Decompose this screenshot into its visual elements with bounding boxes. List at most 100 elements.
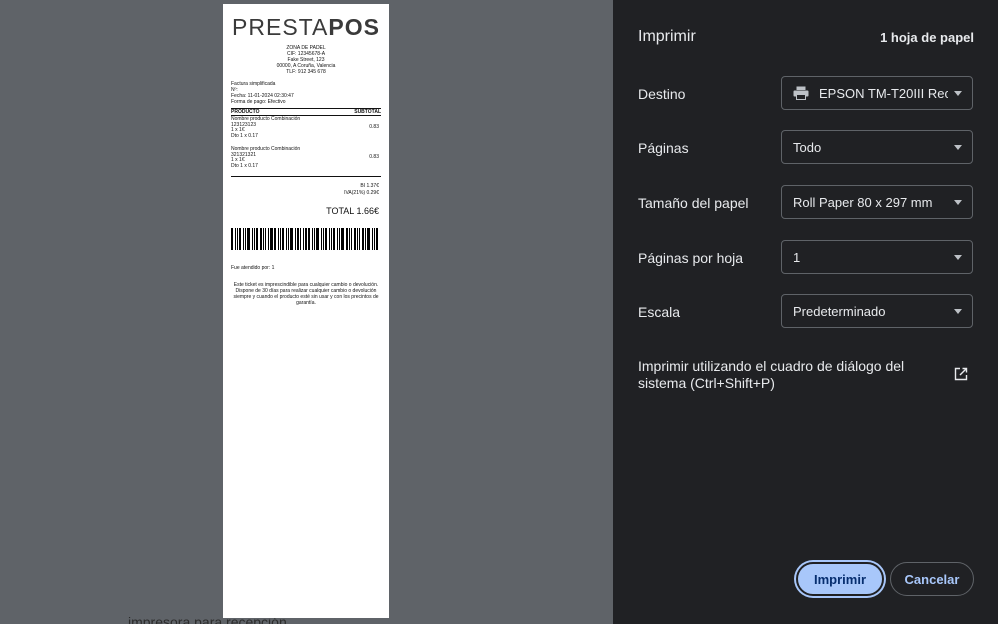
paper-size-select[interactable]: Roll Paper 80 x 297 mm xyxy=(781,185,973,219)
column-subtotal: SUBTOTAL xyxy=(354,109,381,115)
barcode-bar xyxy=(303,228,304,250)
barcode-bar xyxy=(331,228,332,250)
barcode-bar xyxy=(231,228,233,250)
receipt-preview: PRESTAPOS ZONA DE PADEL CIF: 12345678-A … xyxy=(223,4,389,618)
barcode-bar xyxy=(349,228,350,250)
print-preview-area: impresora para recepción PRESTAPOS ZONA … xyxy=(0,0,613,624)
attended-by: Fue atendido por: 1 xyxy=(231,265,275,271)
pages-label: Páginas xyxy=(638,140,689,156)
pages-per-sheet-label: Páginas por hoja xyxy=(638,250,744,266)
barcode-bar xyxy=(295,228,296,250)
barcode-bar xyxy=(254,228,255,250)
barcode-bar xyxy=(237,228,238,250)
barcode-bar xyxy=(280,228,281,250)
chevron-down-icon xyxy=(954,199,962,205)
chevron-down-icon xyxy=(954,144,962,150)
barcode-bar xyxy=(268,228,269,250)
barcode-bar xyxy=(367,228,370,250)
barcode-bar xyxy=(316,228,319,250)
receipt-total: TOTAL 1.66€ xyxy=(326,206,379,216)
open-external-icon[interactable] xyxy=(954,367,968,381)
barcode-bar xyxy=(286,228,287,250)
logo-text-right: POS xyxy=(328,14,380,40)
barcode-bar xyxy=(270,228,273,250)
barcode-bar xyxy=(323,228,324,250)
chevron-down-icon xyxy=(954,254,962,260)
barcode-bar xyxy=(354,228,356,250)
list-item: Nombre producto Combinación 321321321 1 … xyxy=(223,146,389,169)
barcode-bar xyxy=(245,228,246,250)
paper-size-label: Tamaño del papel xyxy=(638,195,749,211)
paper-size-value: Roll Paper 80 x 297 mm xyxy=(793,194,933,210)
barcode-bar xyxy=(372,228,373,250)
scale-label: Escala xyxy=(638,304,681,320)
barcode-bar xyxy=(235,228,236,250)
barcode-bar xyxy=(239,228,241,250)
pages-per-sheet-select[interactable]: 1 xyxy=(781,240,973,274)
chevron-down-icon xyxy=(954,308,962,314)
pages-per-sheet-value: 1 xyxy=(793,249,801,265)
barcode-bar xyxy=(365,228,366,250)
barcode-bar xyxy=(362,228,364,250)
barcode-bar xyxy=(278,228,279,250)
barcode-bar xyxy=(297,228,299,250)
barcode-bar xyxy=(337,228,338,250)
panel-title: Imprimir xyxy=(638,28,696,45)
barcode xyxy=(231,228,381,250)
barcode-bar xyxy=(263,228,264,250)
barcode-bar xyxy=(282,228,284,250)
store-phone: TLF: 912 345 678 xyxy=(286,69,326,75)
barcode-bar xyxy=(325,228,327,250)
column-product: PRODUCTO xyxy=(231,109,260,115)
logo-text-left: PRESTA xyxy=(232,14,329,40)
barcode-bar xyxy=(374,228,375,250)
receipt-logo: PRESTAPOS xyxy=(223,14,389,41)
sheet-count: 1 hoja de papel xyxy=(880,30,974,45)
barcode-bar xyxy=(314,228,315,250)
pages-select[interactable]: Todo xyxy=(781,130,973,164)
barcode-bar xyxy=(339,228,340,250)
barcode-bar xyxy=(305,228,307,250)
barcode-bar xyxy=(265,228,266,250)
cancel-button[interactable]: Cancelar xyxy=(890,562,974,596)
barcode-bar xyxy=(376,228,378,250)
item-amount: 0.83 xyxy=(369,124,379,130)
destination-label: Destino xyxy=(638,86,686,102)
chevron-down-icon xyxy=(954,90,962,96)
item-discount: Dto 1 x 0.17 xyxy=(231,162,258,169)
receipt-footer: Este ticket es imprescindible para cualq… xyxy=(233,282,379,306)
barcode-bar xyxy=(333,228,335,250)
scale-select[interactable]: Predeterminado xyxy=(781,294,973,328)
item-discount: Dto 1 x 0.17 xyxy=(231,132,258,139)
printer-icon xyxy=(793,86,809,100)
barcode-bar xyxy=(351,228,352,250)
barcode-bar xyxy=(300,228,301,250)
item-amount: 0.83 xyxy=(369,154,379,160)
barcode-bar xyxy=(321,228,322,250)
tax-base: BI 1.37€ xyxy=(360,183,379,189)
barcode-bar xyxy=(312,228,313,250)
barcode-bar xyxy=(290,228,293,250)
divider xyxy=(231,176,381,177)
barcode-bar xyxy=(256,228,258,250)
list-item: Nombre producto Combinación 123123123 1 … xyxy=(223,116,389,139)
system-dialog-link[interactable]: Imprimir utilizando el cuadro de diálogo… xyxy=(638,358,948,392)
barcode-bar xyxy=(288,228,289,250)
barcode-bar xyxy=(243,228,244,250)
barcode-bar xyxy=(359,228,360,250)
barcode-bar xyxy=(247,228,250,250)
scale-value: Predeterminado xyxy=(793,303,886,319)
destination-select[interactable]: EPSON TM-T20III Receipt xyxy=(781,76,973,110)
tax-iva: IVA(21%) 0.29€ xyxy=(344,190,379,196)
barcode-bar xyxy=(260,228,262,250)
barcode-bar xyxy=(252,228,253,250)
barcode-bar xyxy=(346,228,348,250)
barcode-bar xyxy=(308,228,310,250)
print-settings-panel: Imprimir 1 hoja de papel Destino EPSON T… xyxy=(613,0,998,624)
barcode-bar xyxy=(329,228,330,250)
pages-value: Todo xyxy=(793,139,822,155)
barcode-bar xyxy=(341,228,344,250)
destination-value: EPSON TM-T20III Receipt xyxy=(819,85,948,101)
print-button[interactable]: Imprimir xyxy=(796,562,884,596)
barcode-bar xyxy=(274,228,276,250)
